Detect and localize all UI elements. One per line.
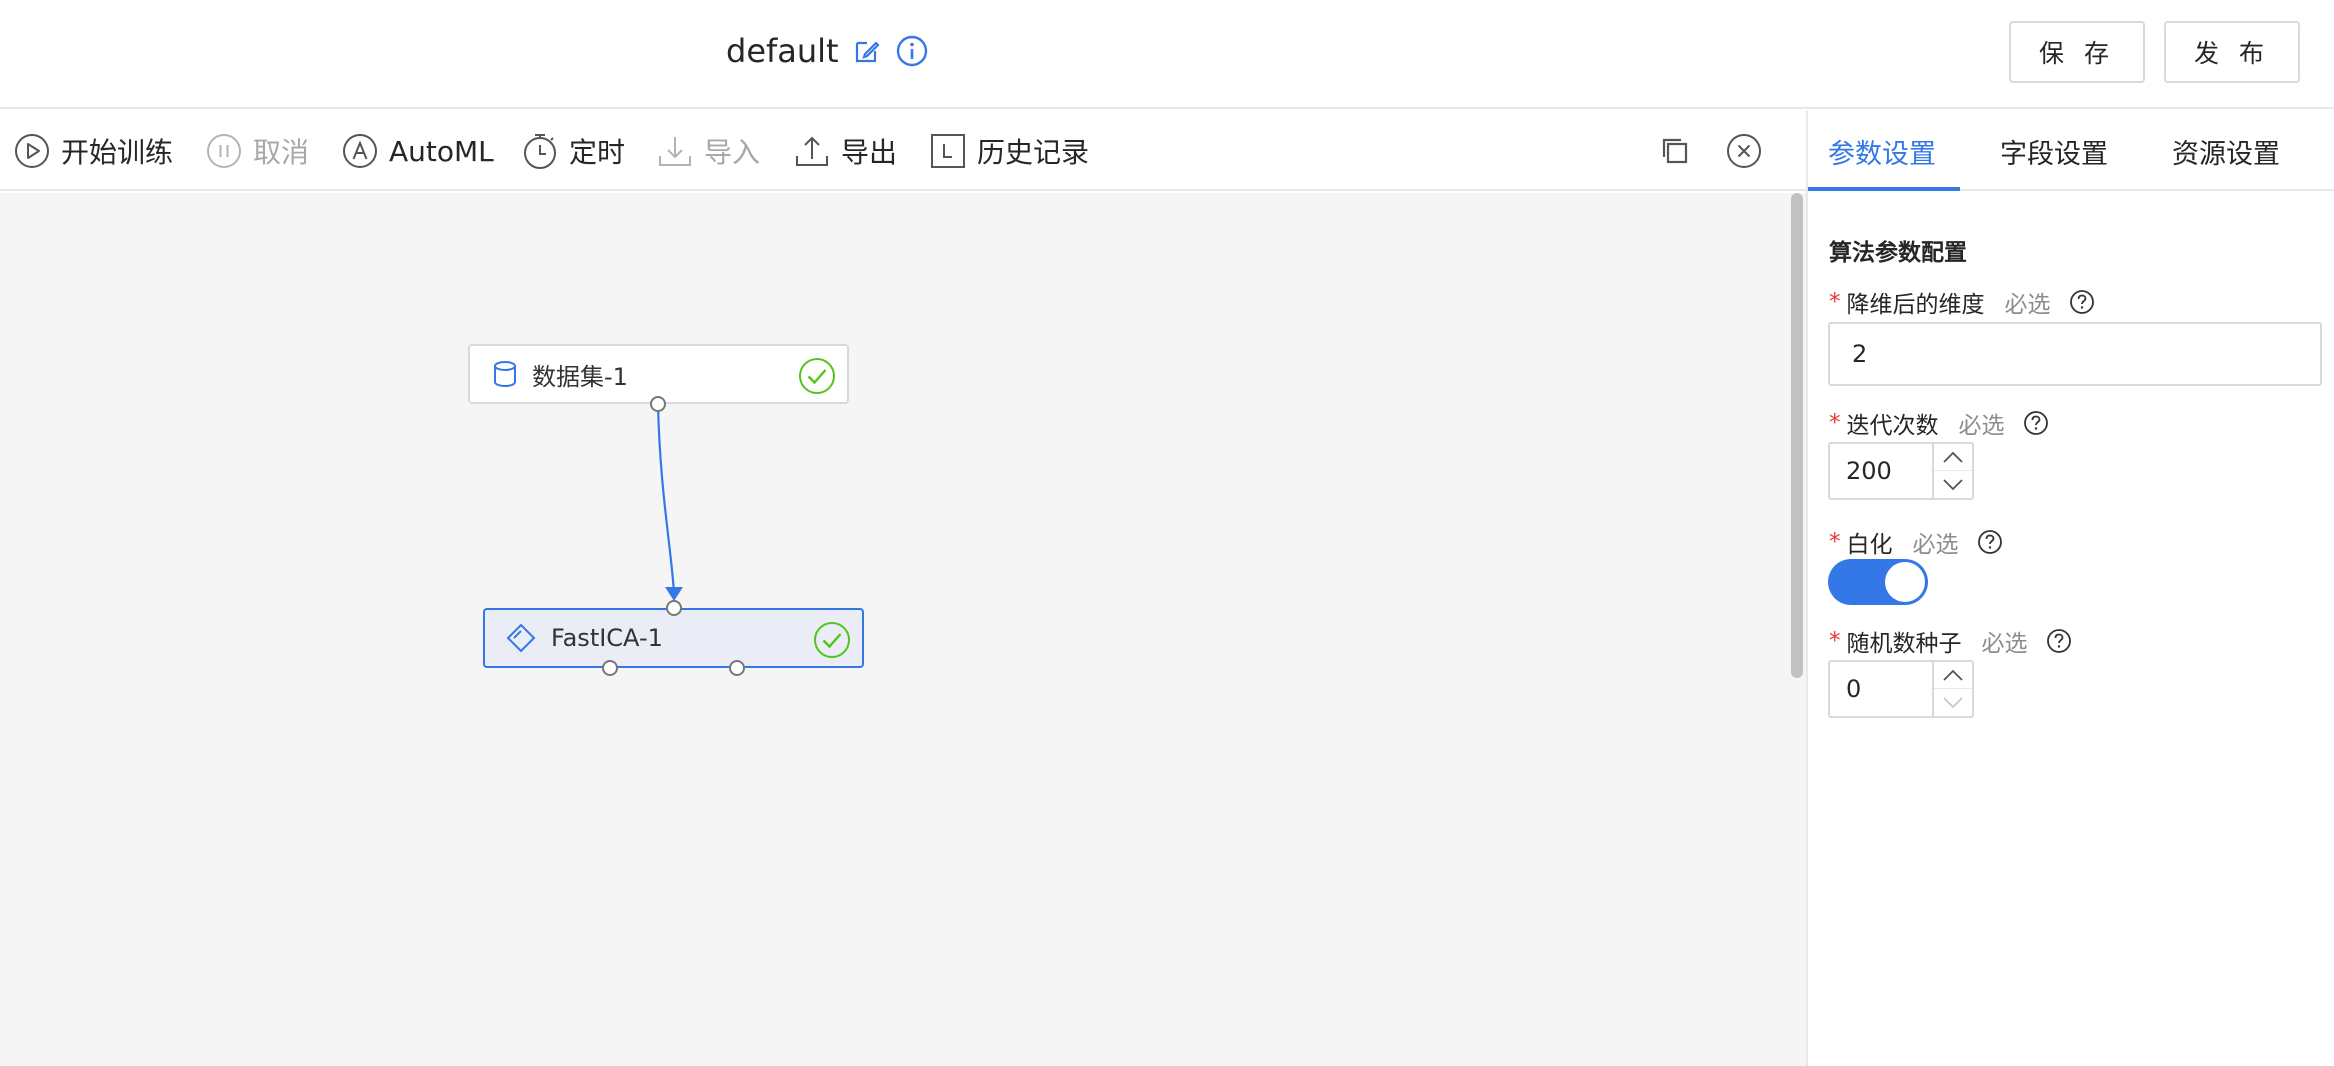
dimension-input[interactable] [1828, 322, 2322, 386]
seed-hint: 必选 [1981, 631, 2028, 657]
connection-edge[interactable] [656, 403, 676, 595]
start-training-button[interactable]: 开始训练 [13, 111, 173, 191]
save-button[interactable]: 保 存 [2009, 21, 2145, 83]
required-mark: * [1829, 628, 1841, 654]
schedule-label: 定时 [569, 136, 626, 169]
dimension-label: 降维后的维度 [1846, 292, 1985, 318]
iterations-label: 迭代次数 [1846, 413, 1939, 439]
dimension-field-label: * 降维后的维度 必选 [1829, 285, 2095, 319]
success-check-icon [812, 620, 852, 660]
import-label: 导入 [704, 136, 761, 169]
decrement-button[interactable] [1934, 471, 1972, 498]
start-training-label: 开始训练 [61, 136, 174, 169]
automl-label: AutoML [389, 134, 494, 168]
fastica-input-port[interactable] [666, 600, 682, 616]
help-icon[interactable] [1977, 529, 2003, 555]
seed-stepper [1828, 660, 1974, 718]
close-circle-icon[interactable] [1725, 132, 1763, 170]
seed-label: 随机数种子 [1846, 631, 1962, 657]
dataset-output-port[interactable] [650, 396, 666, 412]
edge-layer [656, 403, 683, 601]
tab-parameter-settings[interactable]: 参数设置 [1828, 111, 1936, 191]
whiten-toggle[interactable] [1828, 559, 1928, 605]
schedule-button[interactable]: 定时 [521, 111, 625, 191]
increment-button[interactable] [1934, 662, 1972, 689]
iterations-stepper [1828, 442, 1974, 500]
arrow-head-icon [665, 587, 683, 601]
export-icon [793, 132, 831, 170]
section-title: 算法参数配置 [1829, 240, 1967, 266]
fastica-output-port-2[interactable] [729, 660, 745, 676]
history-button[interactable]: 历史记录 [929, 111, 1089, 191]
decrement-button[interactable] [1934, 689, 1972, 716]
seed-field-label: * 随机数种子 必选 [1829, 624, 2072, 658]
play-circle-icon [13, 132, 51, 170]
chevron-down-icon [1943, 696, 1963, 708]
timer-icon [521, 132, 559, 170]
tab-field-settings[interactable]: 字段设置 [2000, 111, 2108, 191]
pipeline-title: default [726, 32, 839, 70]
pipeline-title-group: default [726, 28, 929, 74]
pipeline-canvas[interactable]: 数据集-1 FastICA-1 [0, 193, 1806, 1066]
fastica-node-label: FastICA-1 [551, 624, 663, 652]
dataset-node-label: 数据集-1 [532, 362, 628, 391]
iterations-hint: 必选 [1958, 413, 2005, 439]
history-icon [929, 132, 967, 170]
help-icon[interactable] [2069, 289, 2095, 315]
required-mark: * [1829, 529, 1841, 555]
pause-circle-icon [205, 132, 243, 170]
stepper-controls [1932, 444, 1972, 498]
info-icon[interactable] [895, 34, 929, 68]
import-icon [656, 132, 694, 170]
export-button[interactable]: 导出 [793, 111, 897, 191]
settings-tabs: 参数设置 字段设置 资源设置 [1808, 111, 2334, 191]
canvas-vertical-scrollbar[interactable] [1791, 193, 1803, 678]
database-icon [492, 360, 518, 388]
top-header: default 保 存 发 布 [0, 0, 2334, 109]
export-label: 导出 [841, 136, 898, 169]
history-label: 历史记录 [977, 136, 1090, 169]
chevron-up-icon [1943, 451, 1963, 463]
stepper-controls [1932, 662, 1972, 716]
dimension-hint: 必选 [2004, 292, 2051, 318]
success-check-icon [797, 356, 837, 396]
required-mark: * [1829, 289, 1841, 315]
increment-button[interactable] [1934, 444, 1972, 471]
import-button[interactable]: 导入 [656, 111, 760, 191]
dataset-node[interactable]: 数据集-1 [468, 344, 849, 404]
tab-resource-settings[interactable]: 资源设置 [2172, 111, 2280, 191]
whiten-label: 白化 [1846, 532, 1893, 558]
chevron-up-icon [1943, 669, 1963, 681]
chevron-down-icon [1943, 478, 1963, 490]
toggle-knob [1885, 562, 1925, 602]
fastica-node[interactable]: FastICA-1 [483, 608, 864, 668]
iterations-field-label: * 迭代次数 必选 [1829, 406, 2049, 440]
automl-icon [341, 132, 379, 170]
whiten-field-label: * 白化 必选 [1829, 525, 2003, 559]
settings-panel: 参数设置 字段设置 资源设置 算法参数配置 * 降维后的维度 必选 * 迭代次数… [1806, 111, 2334, 1066]
help-icon[interactable] [2023, 410, 2049, 436]
canvas-toolbar: 开始训练 取消 AutoML 定时 导入 导出 历史记录 [0, 111, 1806, 191]
copy-icon[interactable] [1656, 132, 1694, 170]
seed-input[interactable] [1830, 662, 1934, 716]
edit-icon[interactable] [853, 37, 881, 65]
algorithm-icon [505, 622, 537, 654]
publish-button[interactable]: 发 布 [2164, 21, 2300, 83]
active-tab-indicator [1808, 187, 1960, 191]
whiten-hint: 必选 [1912, 532, 1959, 558]
cancel-button[interactable]: 取消 [205, 111, 309, 191]
iterations-input[interactable] [1830, 444, 1934, 498]
fastica-output-port-1[interactable] [602, 660, 618, 676]
required-mark: * [1829, 410, 1841, 436]
cancel-label: 取消 [253, 136, 310, 169]
help-icon[interactable] [2046, 628, 2072, 654]
automl-button[interactable]: AutoML [341, 111, 494, 191]
